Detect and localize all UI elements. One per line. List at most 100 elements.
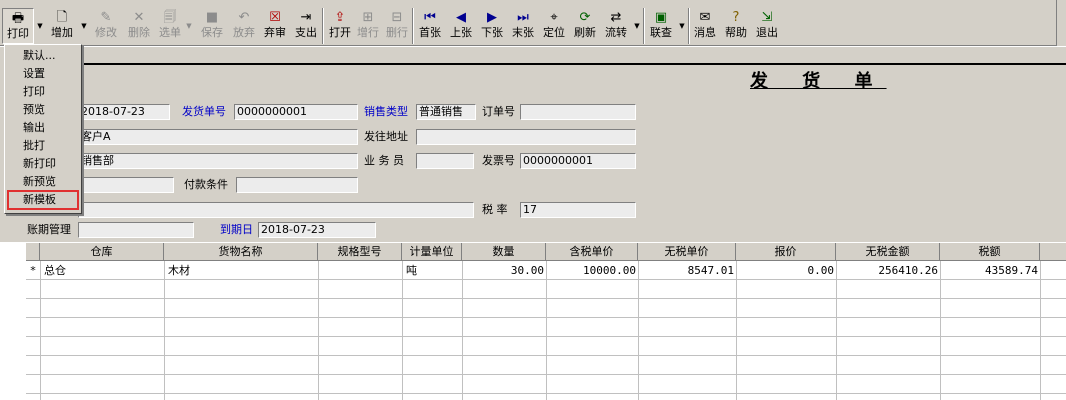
col-header-tax[interactable]: 税额 <box>940 243 1040 261</box>
customer-field[interactable]: 客户A <box>78 129 358 145</box>
prev-page-button[interactable]: ◀ 上张 <box>446 8 476 44</box>
toolbar-separator <box>322 8 324 44</box>
cell-warehouse[interactable]: 总仓 <box>44 263 66 279</box>
menu-item-export[interactable]: 输出 <box>5 119 81 137</box>
save-label: 保存 <box>201 26 223 39</box>
help-label: 帮助 <box>725 26 747 39</box>
flow-button[interactable]: ⇄ 流转 <box>601 8 631 44</box>
grid-vline <box>40 261 41 400</box>
cell-item[interactable]: 木材 <box>168 263 190 279</box>
discard-button[interactable]: ↶ 放弃 <box>229 8 259 44</box>
abandon-review-label: 弃审 <box>264 26 286 39</box>
delete-row-icon: ⊟ <box>391 10 403 25</box>
refresh-label: 刷新 <box>574 26 596 39</box>
flow-label: 流转 <box>605 26 627 39</box>
cell-qty[interactable]: 30.00 <box>462 263 544 279</box>
message-button[interactable]: ✉ 消息 <box>690 8 720 44</box>
first-page-button[interactable]: ⏮ 首张 <box>415 8 445 44</box>
grid-hline <box>26 374 1066 375</box>
help-icon: ? <box>732 10 740 25</box>
menu-item-preview[interactable]: 预览 <box>5 101 81 119</box>
col-header-price-tax[interactable]: 含税单价 <box>546 243 638 261</box>
menu-item-new-print[interactable]: 新打印 <box>5 155 81 173</box>
undo-icon: ↶ <box>238 10 250 25</box>
delete-row-button[interactable]: ⊟ 删行 <box>383 8 411 44</box>
last-page-label: 末张 <box>512 26 534 39</box>
exit-icon: ⇲ <box>761 10 773 25</box>
col-header-price-notax[interactable]: 无税单价 <box>638 243 736 261</box>
cell-price-notax[interactable]: 8547.01 <box>638 263 734 279</box>
tax-rate-field[interactable]: 17 <box>520 202 636 218</box>
delivery-no-field[interactable]: 0000000001 <box>234 104 358 120</box>
add-dropdown-arrow[interactable]: ▼ <box>79 8 89 44</box>
abandon-review-icon: ☒ <box>269 10 281 25</box>
help-button[interactable]: ? 帮助 <box>721 8 751 44</box>
form-header: 发 货 单 2018-07-23 发货单号 0000000001 销售类型 普通… <box>0 47 1066 242</box>
refresh-button[interactable]: ⟳ 刷新 <box>570 8 600 44</box>
menu-item-print[interactable]: 打印 <box>5 83 81 101</box>
grid-corner <box>26 243 40 261</box>
next-page-button[interactable]: ▶ 下张 <box>477 8 507 44</box>
col-header-item[interactable]: 货物名称 <box>164 243 318 261</box>
locate-label: 定位 <box>543 26 565 39</box>
select-dropdown-arrow[interactable]: ▼ <box>184 8 194 44</box>
flow-dropdown-arrow[interactable]: ▼ <box>632 8 642 44</box>
cell-amount-notax[interactable]: 256410.26 <box>836 263 938 279</box>
order-no-field[interactable] <box>520 104 636 120</box>
next-page-label: 下张 <box>481 26 503 39</box>
print-button[interactable]: 🖶 打印 <box>2 8 34 44</box>
menu-item-settings[interactable]: 设置 <box>5 65 81 83</box>
top-scroll-strip <box>1056 0 1066 46</box>
ship-address-field[interactable] <box>416 129 636 145</box>
disburse-button[interactable]: ⇥ 支出 <box>291 8 321 44</box>
col-header-amount-notax[interactable]: 无税金额 <box>836 243 940 261</box>
sales-type-label: 销售类型 <box>364 105 408 118</box>
account-period-label: 账期管理 <box>27 223 71 236</box>
col-header-qty[interactable]: 数量 <box>462 243 546 261</box>
open-button[interactable]: ⇪ 打开 <box>325 8 355 44</box>
col-header-unit[interactable]: 计量单位 <box>402 243 462 261</box>
grid-vline <box>546 261 547 400</box>
col-header-spec[interactable]: 规格型号 <box>318 243 402 261</box>
date-field[interactable]: 2018-07-23 <box>78 104 170 120</box>
cell-tax[interactable]: 43589.74 <box>940 263 1038 279</box>
prev-page-label: 上张 <box>450 26 472 39</box>
col-header-quote[interactable]: 报价 <box>736 243 836 261</box>
payment-terms-field[interactable] <box>236 177 358 193</box>
remark-field[interactable] <box>78 202 474 218</box>
abandon-review-button[interactable]: ☒ 弃审 <box>260 8 290 44</box>
col-header-warehouse[interactable]: 仓库 <box>40 243 164 261</box>
sales-type-field[interactable]: 普通销售 <box>416 104 476 120</box>
account-period-field[interactable] <box>78 222 194 238</box>
due-date-field[interactable]: 2018-07-23 <box>258 222 376 238</box>
linked-query-button[interactable]: ▣ 联查 <box>646 8 676 44</box>
delete-button[interactable]: ✕ 删除 <box>123 8 155 44</box>
edit-button[interactable]: ✎ 修改 <box>90 8 122 44</box>
invoice-no-field[interactable]: 0000000001 <box>520 153 636 169</box>
menu-item-new-preview[interactable]: 新预览 <box>5 173 81 191</box>
department-field[interactable]: 销售部 <box>78 153 358 169</box>
menu-item-default[interactable]: 默认... <box>5 47 81 65</box>
save-button[interactable]: ■ 保存 <box>196 8 228 44</box>
menu-item-batch-print[interactable]: 批打 <box>5 137 81 155</box>
add-button[interactable]: 🗋 增加 <box>46 8 78 44</box>
toolbar-separator <box>412 8 414 44</box>
add-row-icon: ⊞ <box>362 10 374 25</box>
salesperson-field[interactable] <box>416 153 474 169</box>
linked-query-dropdown-arrow[interactable]: ▼ <box>677 8 687 44</box>
grid-hline <box>26 336 1066 337</box>
cell-quote[interactable]: 0.00 <box>736 263 835 279</box>
delete-label: 删除 <box>128 26 150 39</box>
print-dropdown-arrow[interactable]: ▼ <box>35 8 45 44</box>
select-button[interactable]: 🗐 选单 <box>156 8 184 44</box>
cell-price-tax[interactable]: 10000.00 <box>546 263 636 279</box>
currency-field[interactable] <box>78 177 174 193</box>
menu-item-new-template[interactable]: 新模板 <box>7 190 79 210</box>
cell-unit[interactable]: 吨 <box>406 263 417 279</box>
locate-button[interactable]: ⌖ 定位 <box>539 8 569 44</box>
last-page-button[interactable]: ⏭ 末张 <box>508 8 538 44</box>
exit-button[interactable]: ⇲ 退出 <box>752 8 782 44</box>
next-page-icon: ▶ <box>487 10 497 25</box>
toolbar-separator <box>643 8 645 44</box>
add-row-button[interactable]: ⊞ 增行 <box>354 8 382 44</box>
